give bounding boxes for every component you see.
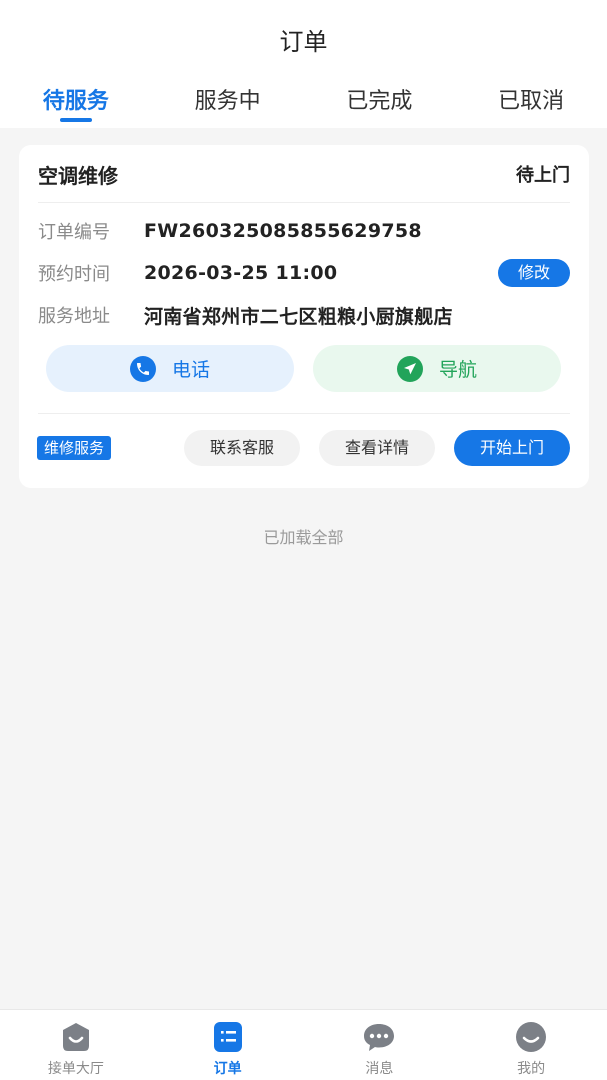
view-details-button[interactable]: 查看详情	[319, 430, 435, 466]
nav-item-orders[interactable]: 订单	[152, 1010, 304, 1080]
nav-label: 订单	[213, 1061, 242, 1077]
nav-item-order-hall[interactable]: 接单大厅	[0, 1010, 152, 1080]
service-address-row: 服务地址 河南省郑州市二七区粗粮小厨旗舰店	[38, 301, 570, 329]
tab-label: 已完成	[346, 89, 413, 114]
service-name: 空调维修	[38, 163, 118, 188]
tab-cancelled[interactable]: 已取消	[455, 78, 607, 128]
tab-label: 服务中	[194, 89, 261, 114]
contact-support-button[interactable]: 联系客服	[184, 430, 300, 466]
navigate-button-label: 导航	[438, 359, 477, 381]
order-number-row: 订单编号 FW260325085855629758	[38, 217, 570, 245]
nav-label: 消息	[365, 1061, 394, 1077]
start-visit-button[interactable]: 开始上门	[454, 430, 570, 466]
active-tab-indicator	[59, 118, 92, 122]
navigate-button[interactable]: 导航	[313, 345, 561, 392]
list-end-text: 已加载全部	[263, 528, 344, 547]
nav-label: 接单大厅	[47, 1061, 104, 1077]
phone-button-label: 电话	[171, 359, 210, 381]
hall-icon	[62, 1023, 89, 1051]
tab-label: 待服务	[42, 89, 109, 114]
profile-icon	[516, 1022, 547, 1052]
navigation-arrow-icon	[396, 355, 423, 382]
order-status-tabs: 待服务 服务中 已完成 已取消	[0, 78, 607, 128]
message-icon	[364, 1024, 395, 1051]
phone-icon	[129, 355, 156, 382]
divider	[38, 413, 570, 414]
order-number-label: 订单编号	[38, 222, 110, 243]
tab-label: 已取消	[498, 89, 565, 114]
page-title: 订单	[279, 28, 328, 56]
phone-button[interactable]: 电话	[46, 345, 294, 392]
service-address-label: 服务地址	[38, 306, 110, 327]
nav-item-profile[interactable]: 我的	[455, 1010, 607, 1080]
modify-time-button[interactable]: 修改	[498, 259, 570, 287]
tab-completed[interactable]: 已完成	[304, 78, 456, 128]
divider	[38, 202, 570, 203]
nav-label: 我的	[517, 1061, 546, 1077]
bottom-navigation: 接单大厅 订单 消息 我的	[0, 1009, 607, 1080]
order-card[interactable]: 空调维修 待上门 订单编号 FW260325085855629758 预约时间 …	[19, 145, 589, 488]
appointment-time-row: 预约时间 2026-03-25 11:00 修改	[38, 259, 570, 287]
order-status: 待上门	[516, 165, 570, 186]
top-bar: 订单 待服务 服务中 已完成 已取消	[0, 0, 607, 128]
service-type-tag: 维修服务	[37, 436, 112, 460]
order-list-icon	[213, 1022, 242, 1052]
order-card-header: 空调维修 待上门	[38, 159, 570, 189]
appointment-time-label: 预约时间	[38, 264, 110, 285]
tab-in-service[interactable]: 服务中	[152, 78, 304, 128]
service-address-value: 河南省郑州市二七区粗粮小厨旗舰店	[144, 305, 453, 328]
appointment-time-value: 2026-03-25 11:00	[144, 262, 338, 284]
tab-pending-service[interactable]: 待服务	[0, 78, 152, 128]
nav-item-messages[interactable]: 消息	[304, 1010, 456, 1080]
order-number-value: FW260325085855629758	[144, 220, 422, 242]
